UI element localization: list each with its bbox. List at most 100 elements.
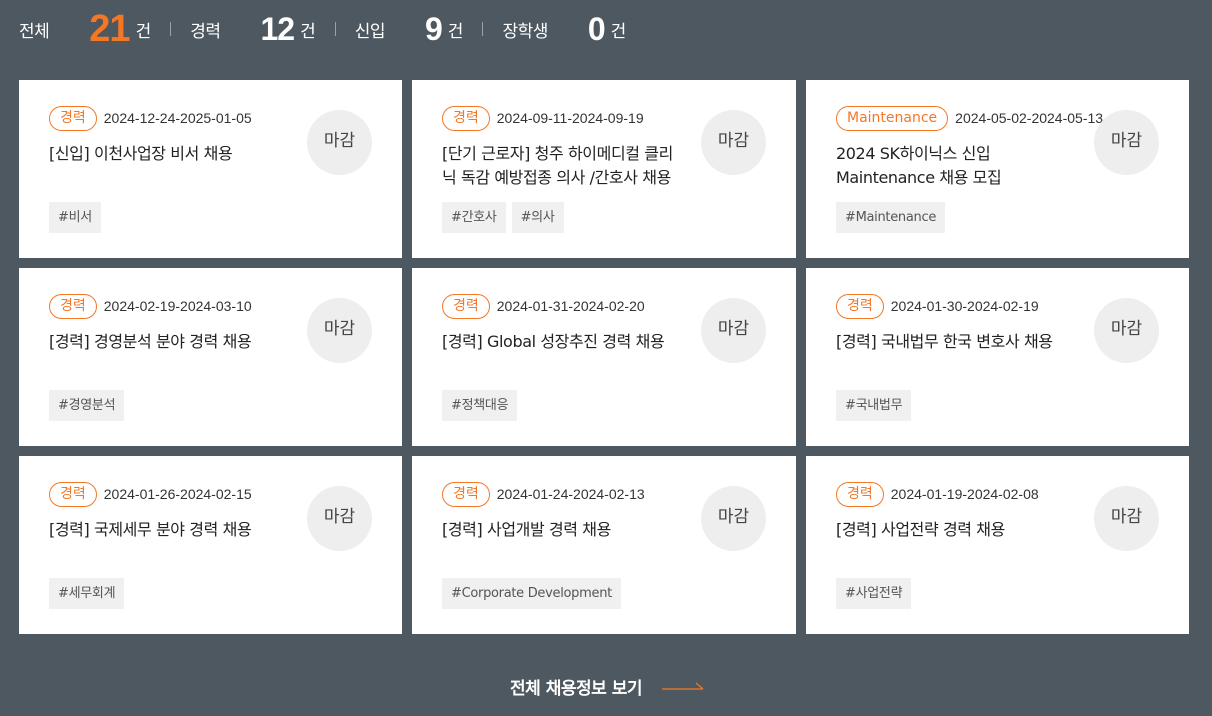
view-all-link[interactable]: 전체 채용정보 보기 <box>508 674 704 699</box>
hash-prefix: # <box>58 210 69 225</box>
tag-label: 의사 <box>531 210 555 225</box>
tag-label: 국내법무 <box>855 398 903 413</box>
divider <box>170 22 172 36</box>
category-badge: 경력 <box>49 481 97 507</box>
status-closed-badge: 마감 <box>701 486 766 551</box>
job-card[interactable]: 경력 2024-01-31-2024-02-20 [경력] Global 성장추… <box>412 268 796 446</box>
status-closed-badge: 마감 <box>1094 298 1159 363</box>
job-card[interactable]: 경력 2024-01-30-2024-02-19 [경력] 국내법무 한국 변호… <box>806 268 1189 446</box>
hashtag[interactable]: #Maintenance <box>836 202 946 233</box>
hash-prefix: # <box>451 398 462 413</box>
arrow-right-icon <box>661 682 704 690</box>
job-title[interactable]: [경력] Global 성장추진 경력 채용 <box>442 330 682 354</box>
hash-prefix: # <box>58 586 69 601</box>
tag-label: Corporate Development <box>461 586 613 601</box>
stat-newcomer[interactable]: 신입 9 건 <box>355 11 464 48</box>
divider <box>334 22 336 36</box>
job-card[interactable]: 경력 2024-01-26-2024-02-15 [경력] 국제세무 분야 경력… <box>19 456 402 634</box>
job-card[interactable]: 경력 2024-12-24-2025-01-05 [신입] 이천사업장 비서 채… <box>19 80 402 258</box>
category-badge: 경력 <box>49 105 97 131</box>
hashtag[interactable]: #국내법무 <box>836 390 912 421</box>
period: 2024-01-31-2024-02-20 <box>496 298 645 314</box>
job-title[interactable]: [경력] 국제세무 분야 경력 채용 <box>49 518 289 542</box>
job-title[interactable]: [단기 근로자] 청주 하이메디컬 클리닉 독감 예방접종 의사 /간호사 채용 <box>442 142 682 190</box>
stat-unit: 건 <box>610 21 627 42</box>
category-badge: 경력 <box>836 293 884 319</box>
job-card[interactable]: 경력 2024-09-11-2024-09-19 [단기 근로자] 청주 하이메… <box>412 80 796 258</box>
stat-label: 경력 <box>190 21 221 42</box>
period: 2024-12-24-2025-01-05 <box>103 110 252 126</box>
tag-label: 사업전략 <box>855 586 903 601</box>
view-all-label: 전체 채용정보 보기 <box>510 678 642 699</box>
hash-prefix: # <box>58 398 69 413</box>
stat-label: 장학생 <box>502 21 548 42</box>
hash-prefix: # <box>451 586 462 601</box>
stat-label: 신입 <box>354 21 386 42</box>
job-title[interactable]: [신입] 이천사업장 비서 채용 <box>49 142 289 166</box>
tag-list: #경영분석 <box>49 390 125 421</box>
job-card[interactable]: 경력 2024-02-19-2024-03-10 [경력] 경영분석 분야 경력… <box>19 268 402 446</box>
hash-prefix: # <box>845 586 856 601</box>
period: 2024-01-24-2024-02-13 <box>496 486 645 502</box>
tag-list: #간호사 #의사 <box>442 202 564 233</box>
tag-label: 비서 <box>68 210 93 225</box>
stats-bar: 전체 21 건 경력 12 건 신입 9 건 장학생 0 건 <box>19 0 626 58</box>
period: 2024-02-19-2024-03-10 <box>103 298 252 314</box>
period: 2024-01-26-2024-02-15 <box>103 486 252 502</box>
status-closed-badge: 마감 <box>307 486 372 551</box>
divider <box>482 22 484 36</box>
hash-prefix: # <box>845 210 856 225</box>
tag-list: #세무회계 <box>49 578 125 609</box>
category-badge: 경력 <box>836 481 884 507</box>
category-badge: 경력 <box>442 481 490 507</box>
hashtag[interactable]: #사업전략 <box>836 578 912 609</box>
job-title[interactable]: 2024 SK하이닉스 신입 Maintenance 채용 모집 <box>836 142 1076 190</box>
stat-count: 12 <box>260 10 295 47</box>
period: 2024-05-02-2024-05-13 <box>955 110 1104 126</box>
tag-list: #정책대응 <box>442 390 518 421</box>
status-closed-badge: 마감 <box>701 110 766 175</box>
stat-count: 21 <box>89 7 130 50</box>
job-title[interactable]: [경력] 국내법무 한국 변호사 채용 <box>836 330 1076 354</box>
stat-experienced[interactable]: 경력 12 건 <box>190 11 316 48</box>
period: 2024-01-30-2024-02-19 <box>890 298 1039 314</box>
job-title[interactable]: [경력] 사업개발 경력 채용 <box>442 518 682 542</box>
hashtag[interactable]: #Corporate Development <box>442 578 621 609</box>
tag-label: 경영분석 <box>68 398 116 413</box>
job-grid: 경력 2024-12-24-2025-01-05 [신입] 이천사업장 비서 채… <box>19 80 1189 634</box>
hash-prefix: # <box>520 210 532 225</box>
tag-label: Maintenance <box>855 210 937 225</box>
hashtag[interactable]: #정책대응 <box>442 390 518 421</box>
category-badge: Maintenance <box>836 105 949 131</box>
job-title[interactable]: [경력] 경영분석 분야 경력 채용 <box>49 330 289 354</box>
stat-unit: 건 <box>300 21 316 42</box>
tag-label: 정책대응 <box>461 398 509 413</box>
view-all-section: 전체 채용정보 보기 <box>0 664 1212 708</box>
status-closed-badge: 마감 <box>701 298 766 363</box>
status-closed-badge: 마감 <box>1094 486 1159 551</box>
period: 2024-01-19-2024-02-08 <box>890 486 1039 502</box>
tag-label: 세무회계 <box>68 586 116 601</box>
job-card[interactable]: Maintenance 2024-05-02-2024-05-13 2024 S… <box>806 80 1189 258</box>
stat-scholarship[interactable]: 장학생 0 건 <box>502 11 626 48</box>
hashtag[interactable]: #의사 <box>511 202 564 233</box>
stat-label: 전체 <box>19 21 50 42</box>
status-closed-badge: 마감 <box>307 298 372 363</box>
tag-list: #사업전략 <box>836 578 912 609</box>
job-card[interactable]: 경력 2024-01-19-2024-02-08 [경력] 사업전략 경력 채용… <box>806 456 1189 634</box>
hashtag[interactable]: #비서 <box>49 202 101 233</box>
stat-count: 0 <box>587 10 606 47</box>
hashtag[interactable]: #세무회계 <box>49 578 125 609</box>
stat-unit: 건 <box>135 21 152 42</box>
category-badge: 경력 <box>49 293 97 319</box>
status-closed-badge: 마감 <box>307 110 372 175</box>
hashtag[interactable]: #간호사 <box>442 202 506 233</box>
stat-total[interactable]: 전체 21 건 <box>19 8 151 51</box>
period: 2024-09-11-2024-09-19 <box>496 110 644 126</box>
job-title[interactable]: [경력] 사업전략 경력 채용 <box>836 518 1076 542</box>
hash-prefix: # <box>845 398 856 413</box>
stat-unit: 건 <box>447 21 464 42</box>
category-badge: 경력 <box>442 293 490 319</box>
hashtag[interactable]: #경영분석 <box>49 390 125 421</box>
job-card[interactable]: 경력 2024-01-24-2024-02-13 [경력] 사업개발 경력 채용… <box>412 456 796 634</box>
